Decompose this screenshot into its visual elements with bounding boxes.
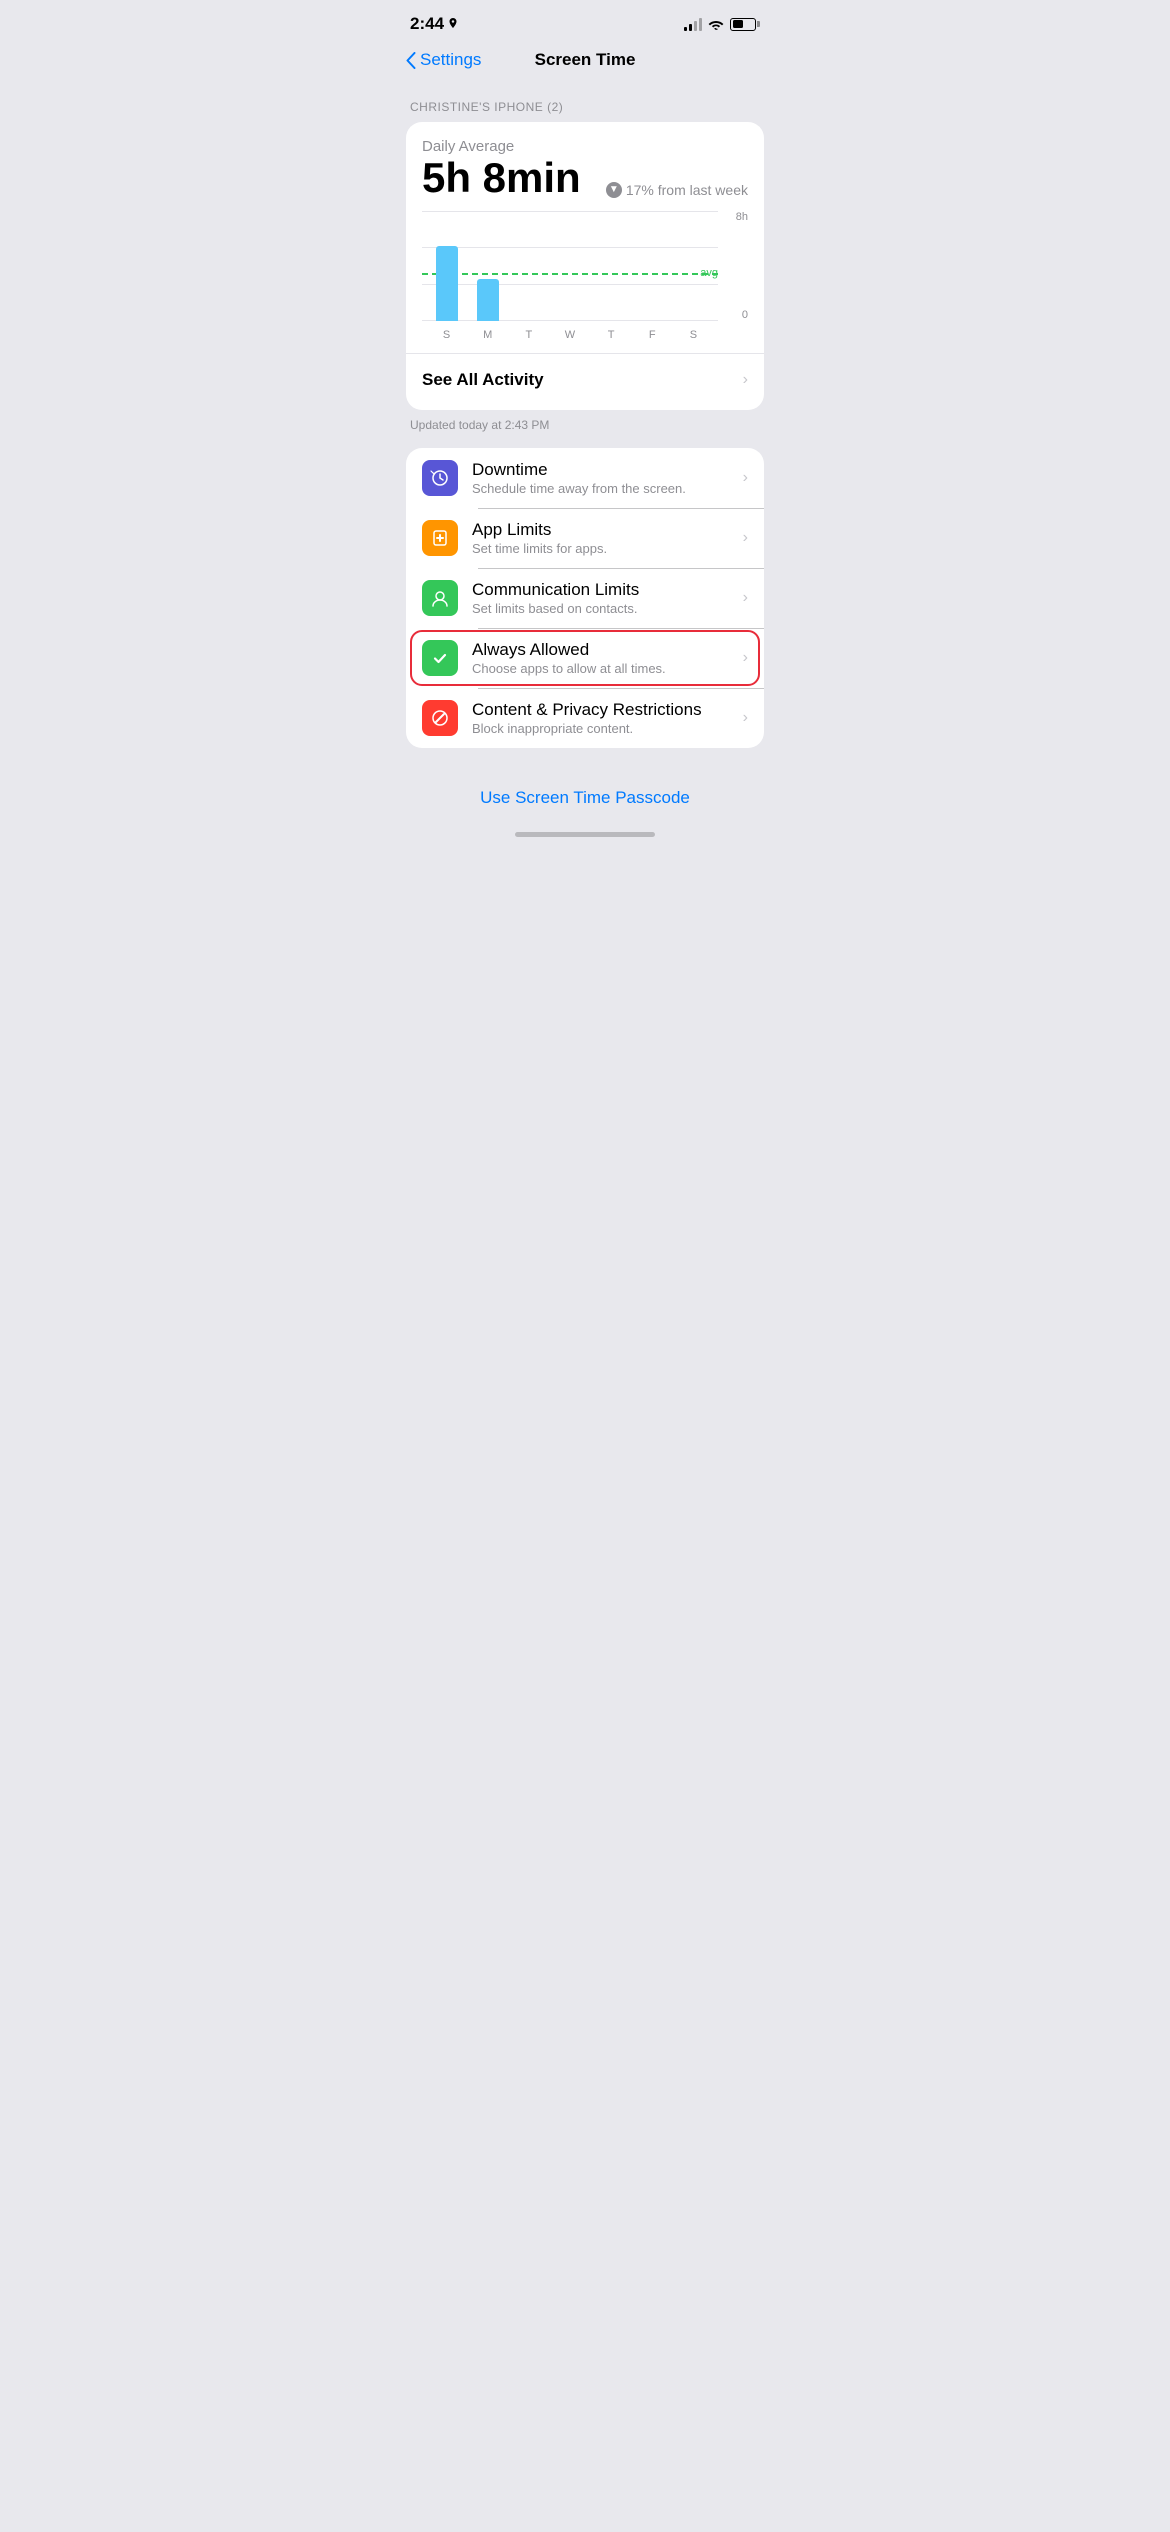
- content-privacy-chevron-icon: ›: [743, 709, 748, 727]
- bar-friday: [632, 211, 673, 321]
- always-allowed-title: Always Allowed: [472, 640, 743, 660]
- passcode-label[interactable]: Use Screen Time Passcode: [480, 788, 690, 807]
- content-privacy-subtitle: Block inappropriate content.: [472, 721, 743, 736]
- bar-saturday: [673, 211, 714, 321]
- app-limits-text: App Limits Set time limits for apps.: [472, 520, 743, 556]
- settings-list: Downtime Schedule time away from the scr…: [406, 448, 764, 748]
- communication-limits-icon: [422, 580, 458, 616]
- daily-avg-change: ▼ 17% from last week: [606, 182, 748, 198]
- daily-avg-row: 5h 8min ▼ 17% from last week: [422, 157, 748, 199]
- nav-bar: Settings Screen Time: [390, 42, 780, 82]
- app-limits-chevron-icon: ›: [743, 529, 748, 547]
- chart-x-labels: S M T W T F S: [422, 329, 718, 341]
- page-title: Screen Time: [535, 50, 636, 70]
- content-privacy-text: Content & Privacy Restrictions Block ina…: [472, 700, 743, 736]
- downtime-title: Downtime: [472, 460, 743, 480]
- status-bar: 2:44: [390, 0, 780, 42]
- see-all-label: See All Activity: [422, 370, 544, 390]
- signal-bars: [684, 18, 702, 31]
- home-bar: [515, 832, 655, 837]
- y-label-top: 8h: [736, 211, 748, 223]
- communication-limits-text: Communication Limits Set limits based on…: [472, 580, 743, 616]
- app-limits-icon: [422, 520, 458, 556]
- bar-tuesday: [508, 211, 549, 321]
- downtime-subtitle: Schedule time away from the screen.: [472, 481, 743, 496]
- daily-avg-time: 5h 8min: [422, 157, 581, 199]
- card-divider: [406, 353, 764, 354]
- back-button[interactable]: Settings: [406, 50, 481, 70]
- downtime-row[interactable]: Downtime Schedule time away from the scr…: [406, 448, 764, 508]
- see-all-activity-row[interactable]: See All Activity ›: [422, 366, 748, 394]
- wifi-icon: [708, 18, 724, 30]
- daily-avg-label: Daily Average: [422, 138, 748, 155]
- down-arrow-icon: ▼: [606, 182, 622, 198]
- always-allowed-row[interactable]: Always Allowed Choose apps to allow at a…: [406, 628, 764, 688]
- communication-limits-row[interactable]: Communication Limits Set limits based on…: [406, 568, 764, 628]
- device-section-label: CHRISTINE'S IPHONE (2): [410, 100, 764, 114]
- status-time: 2:44: [410, 14, 458, 34]
- change-percent: 17% from last week: [626, 182, 748, 198]
- downtime-text: Downtime Schedule time away from the scr…: [472, 460, 743, 496]
- always-allowed-chevron-icon: ›: [743, 649, 748, 667]
- downtime-icon: [422, 460, 458, 496]
- x-label-t1: T: [508, 329, 549, 341]
- back-chevron-icon: [406, 52, 416, 69]
- time-display: 2:44: [410, 14, 444, 34]
- app-limits-title: App Limits: [472, 520, 743, 540]
- app-limits-subtitle: Set time limits for apps.: [472, 541, 743, 556]
- x-label-t2: T: [591, 329, 632, 341]
- always-allowed-subtitle: Choose apps to allow at all times.: [472, 661, 743, 676]
- location-icon: [448, 18, 458, 30]
- usage-chart: avg 8h 0: [422, 211, 748, 341]
- bar-wednesday: [549, 211, 590, 321]
- battery-icon: [730, 18, 760, 31]
- always-allowed-icon: [422, 640, 458, 676]
- communication-limits-subtitle: Set limits based on contacts.: [472, 601, 743, 616]
- x-label-w: W: [549, 329, 590, 341]
- x-label-m: M: [467, 329, 508, 341]
- content-privacy-title: Content & Privacy Restrictions: [472, 700, 743, 720]
- home-indicator: [390, 824, 780, 849]
- bar-sunday: [426, 211, 467, 321]
- see-all-chevron-icon: ›: [743, 371, 748, 389]
- bar-monday: [467, 211, 508, 321]
- content-area: CHRISTINE'S IPHONE (2) Daily Average 5h …: [390, 100, 780, 824]
- always-allowed-text: Always Allowed Choose apps to allow at a…: [472, 640, 743, 676]
- activity-card: Daily Average 5h 8min ▼ 17% from last we…: [406, 122, 764, 410]
- x-label-s1: S: [426, 329, 467, 341]
- status-icons: [684, 18, 760, 31]
- x-label-s2: S: [673, 329, 714, 341]
- passcode-row[interactable]: Use Screen Time Passcode: [406, 772, 764, 824]
- chart-y-labels: 8h 0: [720, 211, 748, 321]
- bar-thursday: [591, 211, 632, 321]
- back-label: Settings: [420, 50, 481, 70]
- update-timestamp: Updated today at 2:43 PM: [410, 418, 760, 432]
- content-privacy-row[interactable]: Content & Privacy Restrictions Block ina…: [406, 688, 764, 748]
- x-label-f: F: [632, 329, 673, 341]
- communication-limits-chevron-icon: ›: [743, 589, 748, 607]
- content-privacy-icon: [422, 700, 458, 736]
- communication-limits-title: Communication Limits: [472, 580, 743, 600]
- app-limits-row[interactable]: App Limits Set time limits for apps. ›: [406, 508, 764, 568]
- chart-bars: [422, 211, 718, 321]
- y-label-bottom: 0: [742, 309, 748, 321]
- downtime-chevron-icon: ›: [743, 469, 748, 487]
